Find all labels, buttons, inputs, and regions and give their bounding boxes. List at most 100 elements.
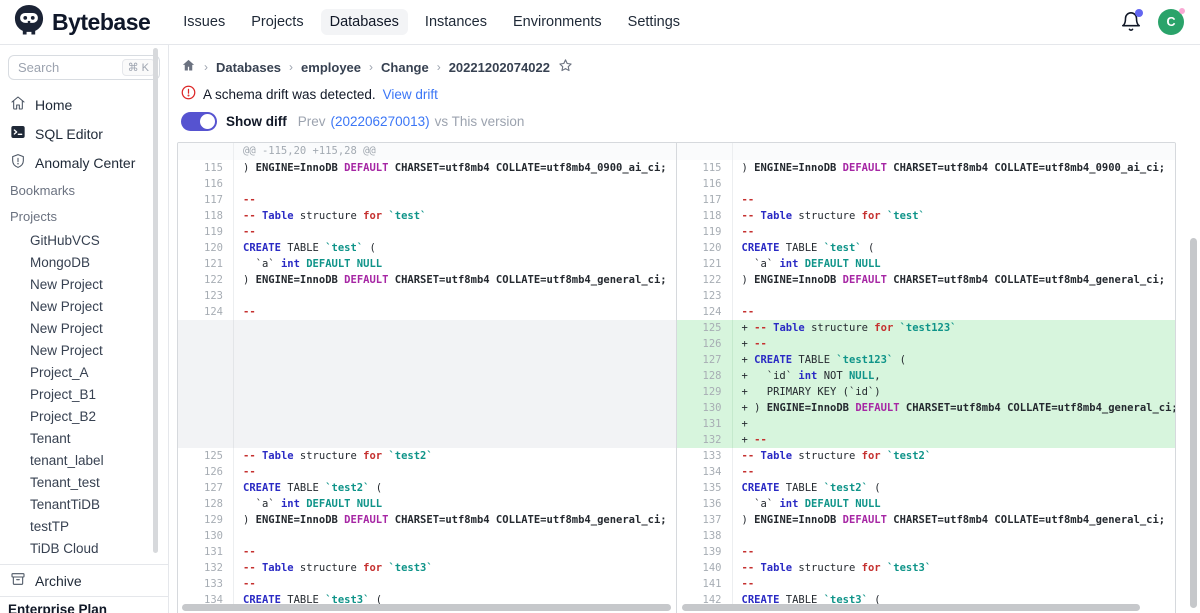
project-item-tenanttidb[interactable]: TenantTiDB <box>0 493 168 515</box>
code-text: -- <box>234 544 676 560</box>
notifications-button[interactable] <box>1120 11 1142 33</box>
code-text: -- <box>234 576 676 592</box>
sidebar-item-label: Anomaly Center <box>35 155 135 171</box>
sidebar-item-sql-editor[interactable]: SQL Editor <box>0 119 168 148</box>
nav-item-issues[interactable]: Issues <box>174 9 234 35</box>
prev-label: Prev <box>298 114 326 129</box>
project-item-tenant-label[interactable]: tenant_label <box>0 449 168 471</box>
search-input[interactable]: Search ⌘ K <box>8 55 160 80</box>
line-number: 120 <box>178 240 234 256</box>
diff-line: 133-- <box>178 576 676 592</box>
project-item-project-a[interactable]: Project_A <box>0 361 168 383</box>
page-vertical-scrollbar[interactable] <box>1190 238 1197 608</box>
shield-icon <box>10 153 26 172</box>
nav-item-settings[interactable]: Settings <box>619 9 689 35</box>
nav-item-databases[interactable]: Databases <box>321 9 408 35</box>
line-number: 131 <box>677 416 733 432</box>
diff-line: 116 <box>178 176 676 192</box>
left-pane-horizontal-scrollbar[interactable] <box>182 604 671 611</box>
sidebar-item-archive[interactable]: Archive <box>0 565 168 596</box>
show-diff-label: Show diff <box>226 114 287 129</box>
terminal-icon <box>10 124 26 143</box>
view-drift-link[interactable]: View drift <box>383 87 438 102</box>
sidebar-item-home[interactable]: Home <box>0 90 168 119</box>
nav-item-environments[interactable]: Environments <box>504 9 611 35</box>
diff-line: 120CREATE TABLE `test` ( <box>677 240 1176 256</box>
project-item-new-project[interactable]: New Project <box>0 317 168 339</box>
code-text: + <box>733 416 1176 432</box>
diff-line: 125-- Table structure for `test2` <box>178 448 676 464</box>
top-navbar: Bytebase Issues Projects Databases Instance… <box>0 0 1200 45</box>
sidebar-item-anomaly-center[interactable]: Anomaly Center <box>0 148 168 177</box>
project-item-tenant[interactable]: Tenant <box>0 427 168 449</box>
nav-item-projects[interactable]: Projects <box>242 9 312 35</box>
sidebar-scrollbar[interactable] <box>153 48 158 553</box>
line-number: 116 <box>677 176 733 192</box>
breadcrumb-employee[interactable]: employee <box>301 60 361 75</box>
line-number: 134 <box>677 464 733 480</box>
show-diff-toggle[interactable] <box>181 112 217 131</box>
code-text: -- Table structure for `test` <box>733 208 1176 224</box>
project-item-tidb-cloud[interactable]: TiDB Cloud <box>0 537 168 559</box>
code-text: CREATE TABLE `test2` ( <box>234 480 676 496</box>
avatar[interactable]: C <box>1158 9 1184 35</box>
project-item-testtp[interactable]: testTP <box>0 515 168 537</box>
code-text <box>733 528 1176 544</box>
line-number: 115 <box>178 160 234 176</box>
diff-line: 130+ ) ENGINE=InnoDB DEFAULT CHARSET=utf… <box>677 400 1176 416</box>
line-number: 138 <box>677 528 733 544</box>
prev-version-link[interactable]: (202206270013) <box>331 114 430 129</box>
search-shortcut-badge: ⌘ K <box>122 59 155 76</box>
bytebase-logo[interactable]: Bytebase <box>14 4 150 41</box>
diff-pane-new: 115) ENGINE=InnoDB DEFAULT CHARSET=utf8m… <box>677 143 1176 613</box>
project-item-new-project[interactable]: New Project <box>0 273 168 295</box>
diff-line: 130 <box>178 528 676 544</box>
diff-line: 134-- <box>677 464 1176 480</box>
code-text: -- <box>733 224 1176 240</box>
diff-line: 140-- Table structure for `test3` <box>677 560 1176 576</box>
line-number: 139 <box>677 544 733 560</box>
project-item-project-b2[interactable]: Project_B2 <box>0 405 168 427</box>
line-number: 122 <box>677 272 733 288</box>
line-number: 123 <box>178 288 234 304</box>
line-number: 125 <box>178 448 234 464</box>
nav-item-instances[interactable]: Instances <box>416 9 496 35</box>
right-pane-horizontal-scrollbar[interactable] <box>682 604 1141 611</box>
code-text: -- <box>234 304 676 320</box>
line-number: 129 <box>677 384 733 400</box>
line-number: 127 <box>677 352 733 368</box>
star-icon[interactable] <box>558 58 573 76</box>
line-number <box>178 143 234 160</box>
breadcrumb-change[interactable]: Change <box>381 60 429 75</box>
project-item-new-project[interactable]: New Project <box>0 295 168 317</box>
line-number: 129 <box>178 512 234 528</box>
home-icon[interactable] <box>181 58 196 76</box>
project-item-project-b1[interactable]: Project_B1 <box>0 383 168 405</box>
line-number: 128 <box>178 496 234 512</box>
schema-drift-alert: A schema drift was detected. View drift <box>181 85 1200 103</box>
line-number: 136 <box>677 496 733 512</box>
diff-toolbar: Show diff Prev (202206270013) vs This ve… <box>181 112 1200 131</box>
diff-line: 129) ENGINE=InnoDB DEFAULT CHARSET=utf8m… <box>178 512 676 528</box>
diff-line: 135CREATE TABLE `test2` ( <box>677 480 1176 496</box>
code-text: `a` int DEFAULT NULL <box>733 256 1176 272</box>
toggle-knob <box>200 114 215 129</box>
diff-line: 139-- <box>677 544 1176 560</box>
project-item-tenant-test[interactable]: Tenant_test <box>0 471 168 493</box>
code-text: CREATE TABLE `test` ( <box>234 240 676 256</box>
breadcrumb-version[interactable]: 20221202074022 <box>449 60 550 75</box>
code-text: ) ENGINE=InnoDB DEFAULT CHARSET=utf8mb4 … <box>733 512 1176 528</box>
diff-line: 136 `a` int DEFAULT NULL <box>677 496 1176 512</box>
diff-line: 115) ENGINE=InnoDB DEFAULT CHARSET=utf8m… <box>178 160 676 176</box>
code-text <box>234 320 676 448</box>
code-text: ) ENGINE=InnoDB DEFAULT CHARSET=utf8mb4 … <box>733 272 1176 288</box>
code-text: -- Table structure for `test` <box>234 208 676 224</box>
diff-line: 124-- <box>677 304 1176 320</box>
line-number: 130 <box>677 400 733 416</box>
breadcrumb-databases[interactable]: Databases <box>216 60 281 75</box>
project-item-mongodb[interactable]: MongoDB <box>0 251 168 273</box>
project-item-new-project[interactable]: New Project <box>0 339 168 361</box>
line-number: 116 <box>178 176 234 192</box>
project-item-githubvcs[interactable]: GitHubVCS <box>0 229 168 251</box>
sidebar-item-bookmarks[interactable]: Bookmarks <box>0 177 168 203</box>
